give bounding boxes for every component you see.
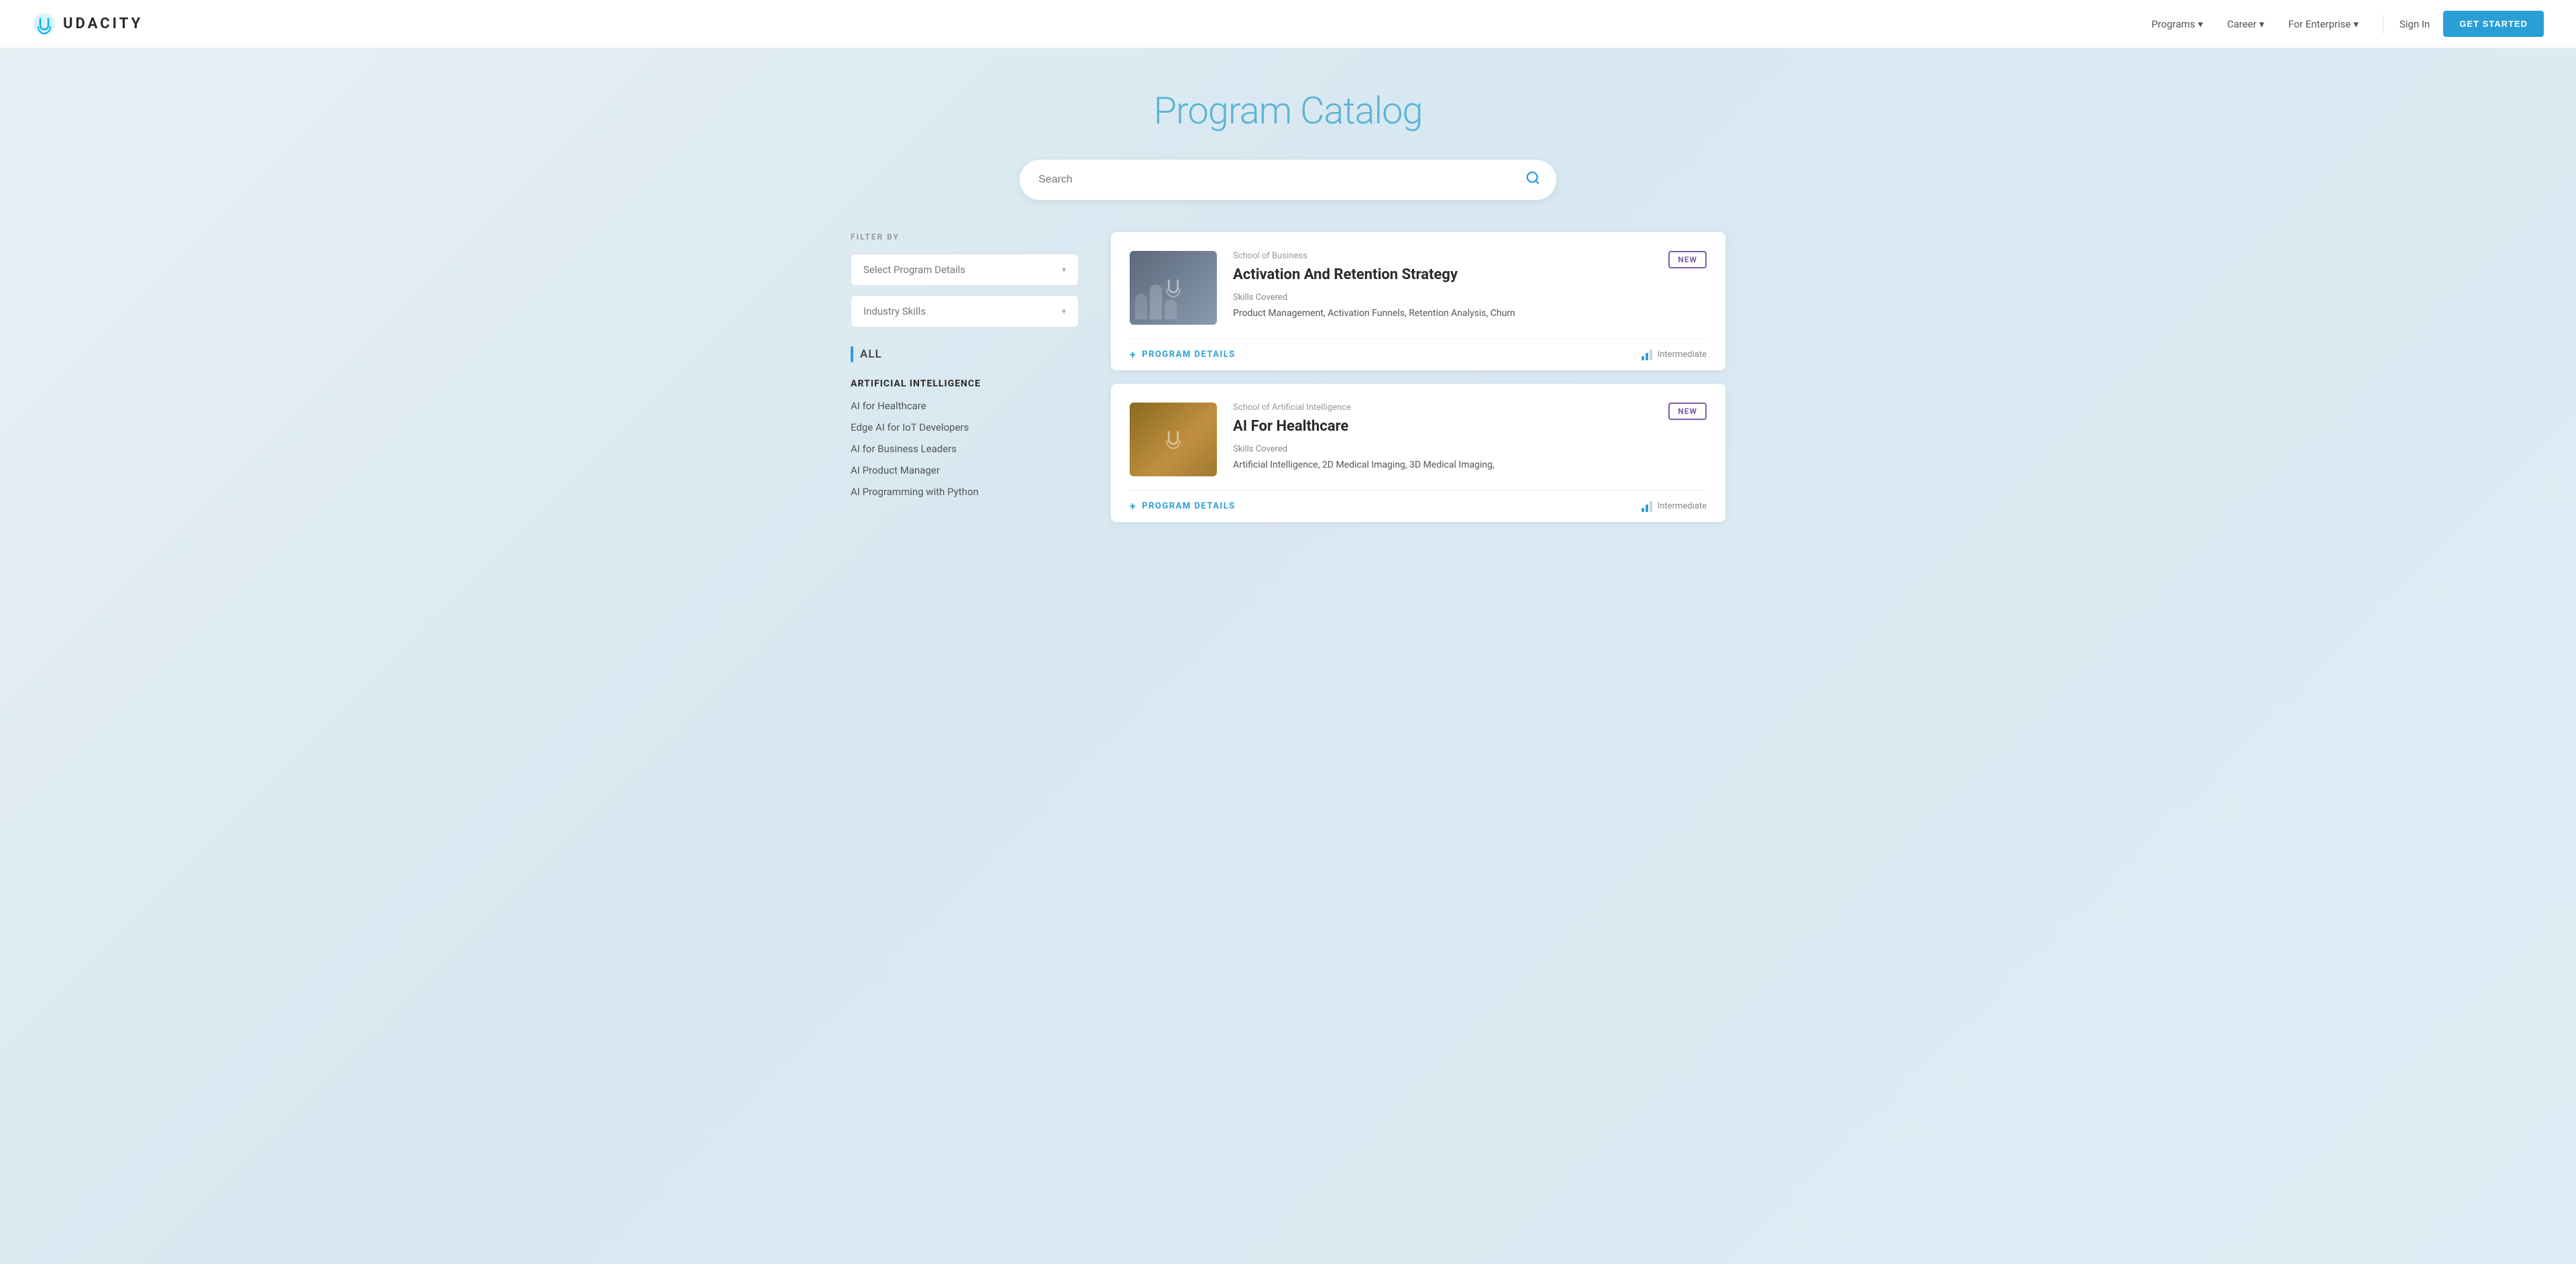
program-details-link-activation[interactable]: + PROGRAM DETAILS [1130, 348, 1236, 361]
sidebar-item-ai-python[interactable]: AI Programming with Python [851, 484, 1079, 499]
new-badge-healthcare: NEW [1668, 403, 1707, 420]
card-info-healthcare: School of Artificial Intelligence AI For… [1233, 403, 1652, 476]
card-top: School of Business Activation And Retent… [1130, 251, 1707, 338]
page-title: Program Catalog [13, 89, 2563, 133]
skills-text-activation: Product Management, Activation Funnels, … [1233, 307, 1652, 321]
search-input[interactable] [1038, 174, 1523, 186]
udacity-logo-icon [32, 12, 56, 36]
card-footer-healthcare: + PROGRAM DETAILS Intermediate [1130, 490, 1707, 522]
search-container [0, 160, 2576, 232]
bar3 [1650, 350, 1652, 360]
logo[interactable]: UDACITY [32, 12, 143, 36]
main-content: FILTER BY Select Program Details ▾ Indus… [818, 232, 1758, 562]
card-thumbnail-ai [1130, 403, 1217, 476]
all-filter[interactable]: ALL [851, 346, 1079, 362]
program-card-healthcare: School of Artificial Intelligence AI For… [1111, 384, 1725, 522]
difficulty-icon-ai [1642, 501, 1652, 512]
navbar: UDACITY Programs ▾ Career ▾ For Enterpri… [0, 0, 2576, 48]
search-bar [1020, 160, 1556, 200]
skills-label: Skills Covered [1233, 293, 1652, 303]
chevron-down-icon: ▾ [2353, 18, 2359, 30]
new-badge-activation: NEW [1668, 251, 1707, 268]
skills-label-ai: Skills Covered [1233, 444, 1652, 454]
udacity-thumb-logo-ai [1160, 426, 1187, 453]
sidebar: FILTER BY Select Program Details ▾ Indus… [851, 232, 1079, 522]
chevron-down-icon: ▾ [1062, 307, 1066, 316]
chevron-down-icon: ▾ [2198, 18, 2203, 30]
category-list-ai: AI for Healthcare Edge AI for IoT Develo… [851, 399, 1079, 499]
bar1 [1642, 356, 1644, 360]
nav-career[interactable]: Career ▾ [2227, 18, 2264, 30]
card-info-activation: School of Business Activation And Retent… [1233, 251, 1652, 325]
difficulty-icon [1642, 350, 1652, 360]
bar2 [1646, 505, 1648, 512]
search-button[interactable] [1523, 168, 1543, 192]
search-icon [1525, 170, 1540, 185]
sidebar-item-ai-business[interactable]: AI for Business Leaders [851, 441, 1079, 456]
difficulty-activation: Intermediate [1642, 350, 1707, 360]
get-started-button[interactable]: GET STARTED [2443, 11, 2544, 37]
bar1 [1642, 508, 1644, 512]
nav-programs[interactable]: Programs ▾ [2151, 18, 2203, 30]
filter-label: FILTER BY [851, 232, 1079, 242]
sign-in-link[interactable]: Sign In [2400, 18, 2430, 30]
industry-skills-dropdown[interactable]: Industry Skills ▾ [851, 295, 1079, 327]
nav-links: Programs ▾ Career ▾ For Enterprise ▾ [2151, 18, 2359, 30]
difficulty-healthcare: Intermediate [1642, 501, 1707, 512]
chevron-down-icon: ▾ [2259, 18, 2265, 30]
plus-icon: + [1130, 348, 1136, 361]
card-school: School of Business [1233, 251, 1652, 261]
program-card-activation: School of Business Activation And Retent… [1111, 232, 1725, 370]
chevron-down-icon: ▾ [1062, 265, 1066, 274]
select-program-details-dropdown[interactable]: Select Program Details ▾ [851, 254, 1079, 286]
bar3 [1650, 501, 1652, 512]
card-top-healthcare: School of Artificial Intelligence AI For… [1130, 403, 1707, 490]
card-school-ai: School of Artificial Intelligence [1233, 403, 1652, 413]
card-title-healthcare: AI For Healthcare [1233, 418, 1652, 435]
program-details-link-healthcare[interactable]: + PROGRAM DETAILS [1130, 500, 1236, 513]
sidebar-item-edge-ai[interactable]: Edge AI for IoT Developers [851, 420, 1079, 435]
card-title-activation: Activation And Retention Strategy [1233, 266, 1652, 283]
skills-text-healthcare: Artificial Intelligence, 2D Medical Imag… [1233, 458, 1652, 472]
bar2 [1646, 353, 1648, 360]
sidebar-item-ai-product-manager[interactable]: AI Product Manager [851, 463, 1079, 478]
category-title-ai: ARTIFICIAL INTELLIGENCE [851, 378, 1079, 389]
programs-list: School of Business Activation And Retent… [1111, 232, 1725, 522]
nav-enterprise[interactable]: For Enterprise ▾ [2288, 18, 2359, 30]
all-indicator [851, 346, 853, 362]
card-footer-activation: + PROGRAM DETAILS Intermediate [1130, 338, 1707, 370]
card-thumbnail-business [1130, 251, 1217, 325]
plus-icon: + [1130, 500, 1136, 513]
hero-section: Program Catalog [0, 48, 2576, 160]
sidebar-item-ai-healthcare[interactable]: AI for Healthcare [851, 399, 1079, 413]
logo-text: UDACITY [63, 15, 143, 32]
